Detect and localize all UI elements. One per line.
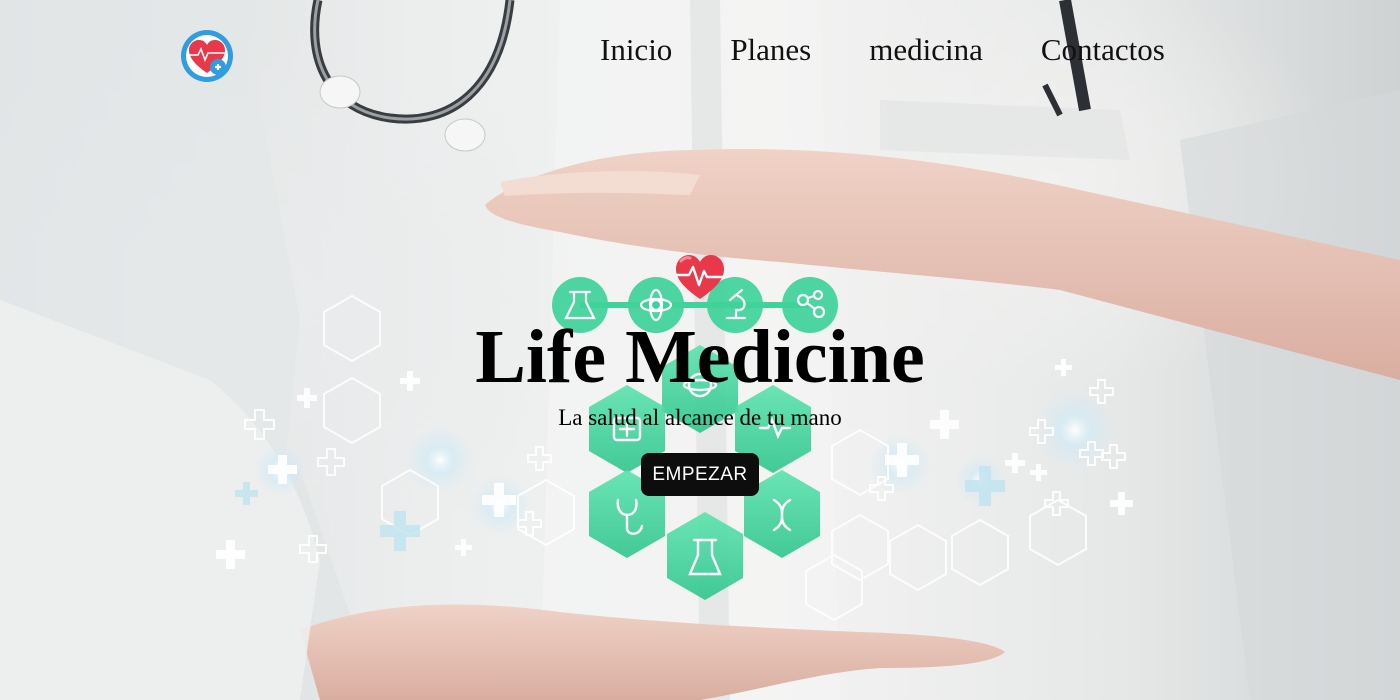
nav-link-inicio[interactable]: Inicio <box>600 32 672 67</box>
nav-link-contactos[interactable]: Contactos <box>1041 32 1165 67</box>
menu-item-planes: Planes <box>730 30 811 70</box>
nav-link-medicina[interactable]: medicina <box>869 32 983 67</box>
menu-item-contactos: Contactos <box>1041 30 1165 70</box>
nav-link-planes[interactable]: Planes <box>730 32 811 67</box>
menu-item-medicina: medicina <box>869 30 983 70</box>
heart-medical-logo-icon[interactable] <box>180 29 234 83</box>
hero-section: Inicio Planes medicina Contactos Life Me… <box>0 0 1400 700</box>
main-menu: Inicio Planes medicina Contactos <box>600 30 1165 70</box>
hero-background-image <box>0 0 1400 700</box>
menu-item-inicio: Inicio <box>600 30 672 70</box>
top-navbar: Inicio Planes medicina Contactos <box>0 0 1400 100</box>
start-button[interactable]: EMPEZAR <box>641 453 759 496</box>
